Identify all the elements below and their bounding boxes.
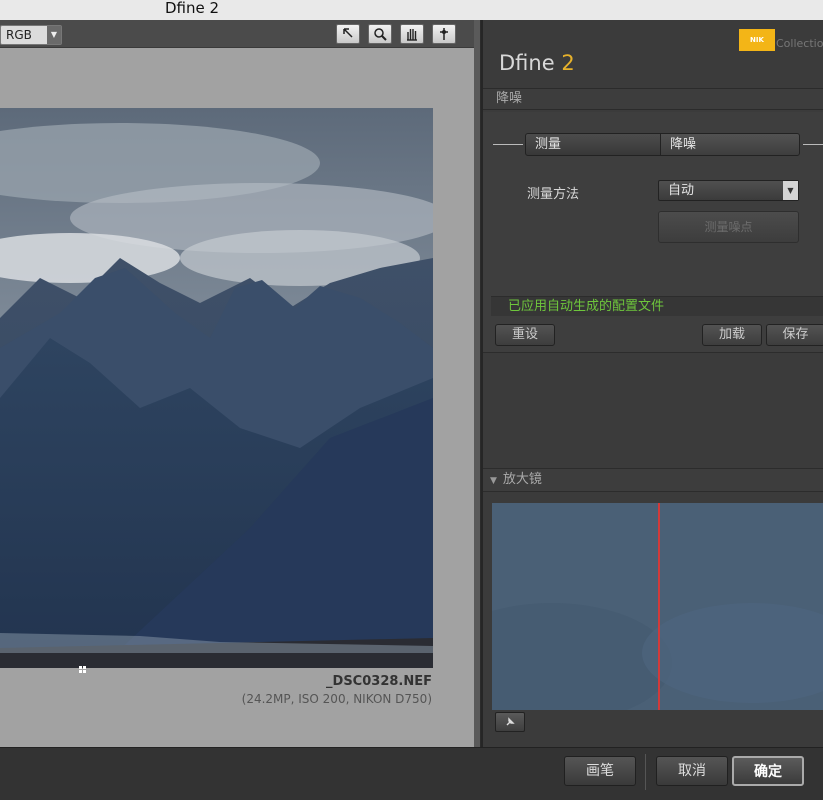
mountain-photo: [0, 108, 433, 668]
status-text: 已应用自动生成的配置文件: [491, 296, 823, 316]
file-info: (24.2MP, ISO 200, NIKON D750): [241, 692, 432, 706]
empty-panel-area: [483, 352, 823, 468]
app-version: 2: [561, 51, 575, 75]
loupe-split-line[interactable]: [658, 503, 660, 710]
divider-line: [803, 144, 823, 145]
divider-line: [493, 144, 523, 145]
image-preview[interactable]: [0, 108, 433, 668]
window-title: Dfine 2: [165, 0, 220, 17]
logo-text: Collection: [776, 37, 823, 50]
tab-measure[interactable]: 测量: [525, 133, 661, 156]
file-name: _DSC0328.NEF: [326, 674, 432, 689]
window-title-bar: Dfine 2: [0, 0, 823, 20]
section-header-loupe[interactable]: ▼ 放大镜: [483, 468, 823, 492]
loupe-title: 放大镜: [502, 472, 542, 487]
chevron-down-icon: ▼: [47, 26, 61, 44]
save-button[interactable]: 保存: [766, 324, 823, 346]
load-button[interactable]: 加载: [702, 324, 762, 346]
pin-icon[interactable]: [495, 712, 525, 732]
triangle-down-icon: ▼: [490, 476, 497, 486]
noise-settings-panel: 测量 降噪 测量方法 自动 ▼ 测量噪点 已应用自动生成的配置文件 重设 加载 …: [483, 112, 823, 352]
brush-button[interactable]: 画笔: [564, 756, 636, 786]
method-label: 测量方法: [527, 187, 580, 202]
app-name: Dfine: [499, 51, 555, 75]
divider-vertical: [645, 754, 646, 790]
cancel-button[interactable]: 取消: [656, 756, 728, 786]
zoom-icon[interactable]: [368, 24, 392, 44]
nik-logo-icon: NIK: [739, 29, 775, 51]
chevron-down-icon: ▼: [783, 181, 798, 200]
method-select[interactable]: 自动 ▼: [658, 180, 799, 201]
arrow-pointer-icon[interactable]: [336, 24, 360, 44]
hand-icon[interactable]: [400, 24, 424, 44]
control-panel: NIK Collection Dfine 2 降噪 测量 降噪 测量方法 自动 …: [481, 20, 823, 747]
measure-noise-button[interactable]: 测量噪点: [658, 211, 799, 243]
section-header-noise-reduction[interactable]: 降噪: [483, 88, 823, 110]
loupe-pin-icon[interactable]: [432, 24, 456, 44]
ok-button[interactable]: 确定: [732, 756, 804, 786]
reset-button[interactable]: 重设: [495, 324, 555, 346]
tab-reduce[interactable]: 降噪: [660, 133, 800, 156]
preview-scrollbar[interactable]: [474, 20, 480, 747]
loupe-view[interactable]: [492, 503, 823, 710]
focus-marker-icon: [79, 666, 87, 674]
app-title: Dfine 2: [499, 51, 575, 75]
preview-area[interactable]: RGB ▼ _DSC0328.NEF (24.2MP, ISO 200, NIK…: [0, 20, 478, 747]
preview-toolbar: RGB ▼: [0, 20, 478, 48]
bottom-action-bar: 画笔 取消 确定: [0, 747, 823, 800]
method-select-value: 自动: [668, 183, 695, 198]
channel-select[interactable]: RGB ▼: [0, 25, 62, 45]
channel-select-value: RGB: [6, 28, 32, 42]
